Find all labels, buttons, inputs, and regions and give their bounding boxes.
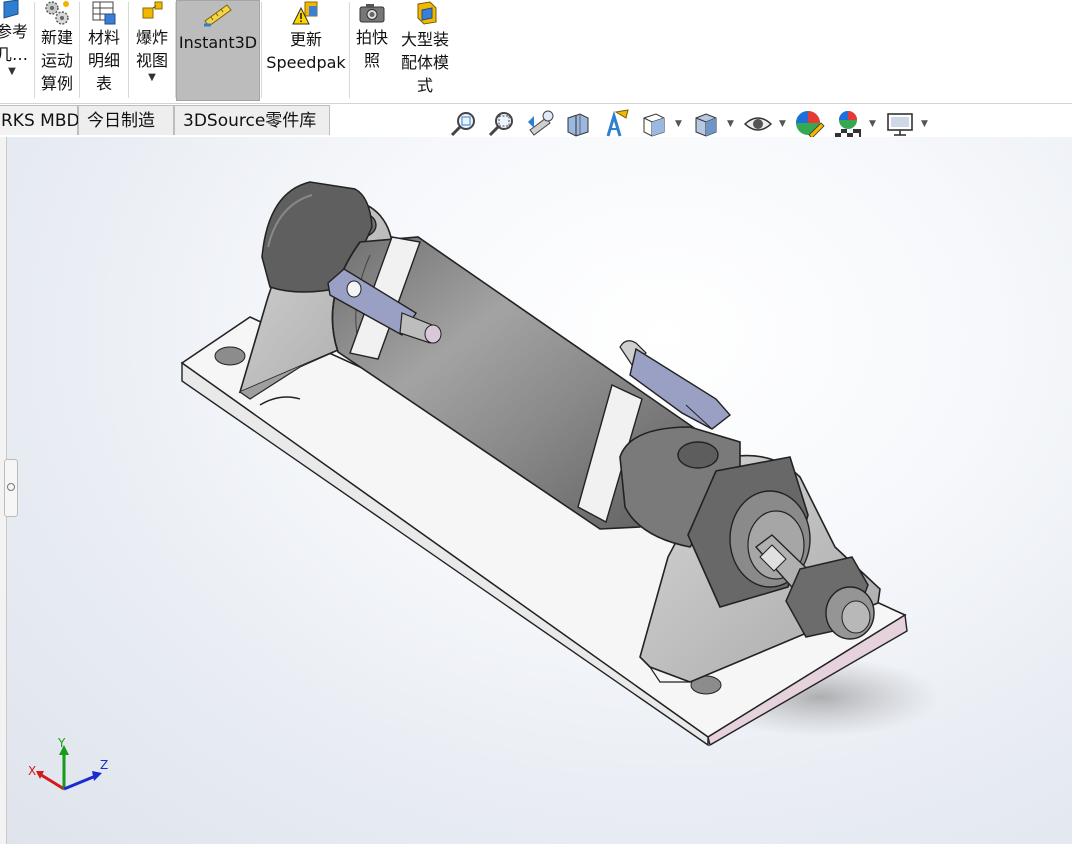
zoom-to-area-icon[interactable] <box>486 108 518 140</box>
view-settings-icon[interactable] <box>884 108 916 140</box>
tab-today-manufacturing[interactable]: 今日制造 <box>78 105 174 135</box>
x-axis-line <box>37 771 65 791</box>
x-axis-label: X <box>28 764 36 778</box>
new-motion-study-button[interactable]: 新建 运动 算例 <box>36 0 78 101</box>
z-axis-label: Z <box>100 758 108 772</box>
bill-of-materials-icon <box>92 1 116 25</box>
reference-geometry-icon <box>3 0 19 19</box>
reference-geometry-button[interactable]: 参考 几… ▼ <box>0 0 34 101</box>
tab-3dsource-library-label: 3DSource零件库 <box>183 111 317 131</box>
apply-scene-dropdown-icon[interactable]: ▼ <box>869 119 876 129</box>
motion-study-gear-icon <box>45 1 69 25</box>
graphics-area[interactable]: X Y Z <box>0 137 1072 844</box>
coordinate-triad: X Y Z <box>28 737 108 791</box>
bill-of-materials-button[interactable]: 材料 明细 表 <box>81 0 127 101</box>
large-assembly-mode-label: 大型装 配体模 式 <box>400 30 449 95</box>
hide-show-dropdown-icon[interactable]: ▼ <box>779 119 786 129</box>
display-style-icon[interactable] <box>690 108 722 140</box>
large-assembly-mode-button[interactable]: 大型装 配体模 式 <box>395 0 455 101</box>
cylinder-assembly-model[interactable] <box>0 137 1072 844</box>
zoom-to-fit-icon[interactable] <box>448 108 480 140</box>
view-orientation-icon[interactable] <box>638 108 670 140</box>
instant3d-ruler-icon <box>204 4 232 27</box>
exploded-view-button[interactable]: 爆炸 视图 ▼ <box>130 0 174 101</box>
exploded-view-icon <box>142 1 163 19</box>
y-axis-label: Y <box>57 737 66 750</box>
dynamic-annotation-view-icon[interactable] <box>600 108 632 140</box>
tab-mbd-label: RKS MBD <box>1 111 80 131</box>
command-manager-ribbon: 参考 几… ▼ 新建 运动 算例 材料 明细 表 爆炸 视图 ▼ Instant… <box>0 0 1072 104</box>
edit-appearance-icon[interactable] <box>794 108 826 140</box>
bill-of-materials-label: 材料 明细 表 <box>87 28 120 93</box>
tab-mbd[interactable]: RKS MBD <box>0 105 80 135</box>
section-view-icon[interactable] <box>562 108 594 140</box>
z-axis-line <box>63 773 99 791</box>
instant3d-label: Instant3D <box>178 33 258 52</box>
tab-3dsource-library[interactable]: 3DSource零件库 <box>174 105 330 135</box>
previous-view-icon[interactable] <box>524 108 556 140</box>
view-orientation-dropdown-icon[interactable]: ▼ <box>675 119 682 129</box>
camera-icon <box>359 4 385 23</box>
take-snapshot-button[interactable]: 拍快 照 <box>351 0 393 101</box>
large-assembly-icon <box>417 1 437 25</box>
view-settings-dropdown-icon[interactable]: ▼ <box>921 119 928 129</box>
chevron-down-icon[interactable]: ▼ <box>0 66 34 78</box>
new-motion-study-label: 新建 运动 算例 <box>40 28 73 93</box>
update-speedpak-label: 更新 Speedpak <box>266 30 346 72</box>
take-snapshot-label: 拍快 照 <box>355 28 388 70</box>
exploded-view-label: 爆炸 视图 <box>135 28 168 70</box>
chevron-down-icon[interactable]: ▼ <box>130 72 174 84</box>
tab-today-manufacturing-label: 今日制造 <box>87 111 155 131</box>
z-arrow-icon <box>92 771 102 781</box>
hide-show-items-icon[interactable] <box>742 108 774 140</box>
speedpak-warning-icon <box>292 1 318 25</box>
instant3d-button[interactable]: Instant3D <box>176 0 260 101</box>
reference-geometry-label: 参考 几… <box>0 22 28 64</box>
display-style-dropdown-icon[interactable]: ▼ <box>727 119 734 129</box>
update-speedpak-button[interactable]: 更新 Speedpak <box>264 0 348 101</box>
apply-scene-icon[interactable] <box>832 108 864 140</box>
